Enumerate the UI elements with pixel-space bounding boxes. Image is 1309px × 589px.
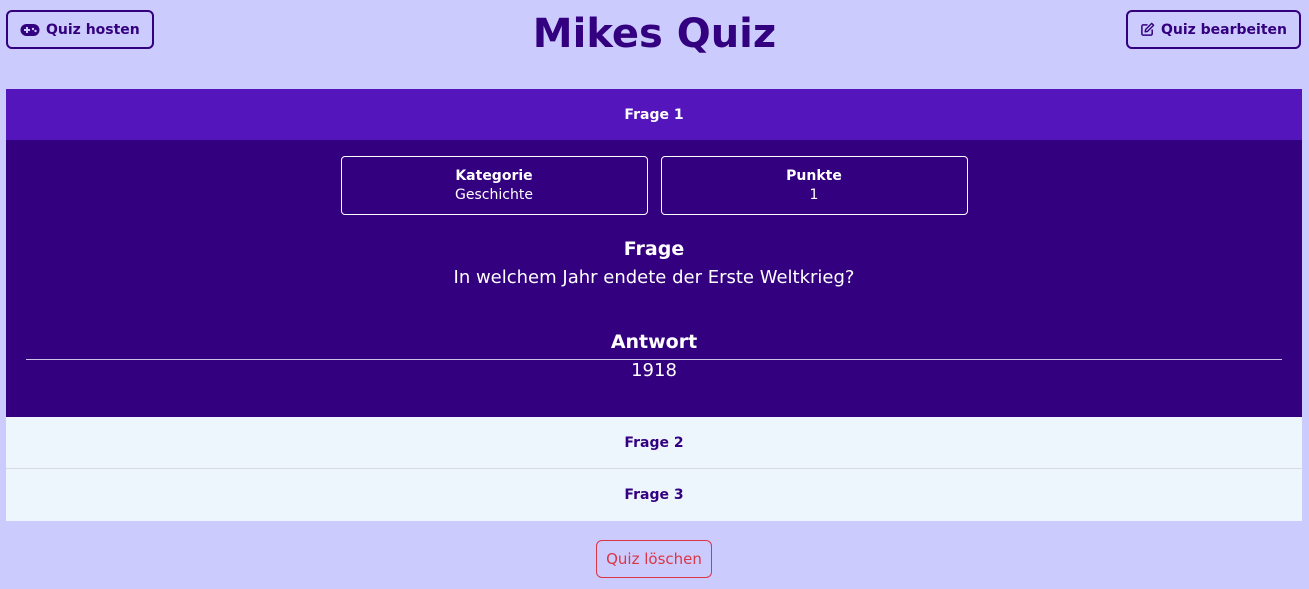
question-2-header[interactable]: Frage 2 xyxy=(6,417,1302,469)
page-title: Mikes Quiz xyxy=(532,11,777,57)
question-label: Frage xyxy=(623,238,685,260)
edit-quiz-button[interactable]: Quiz bearbeiten xyxy=(1125,10,1301,49)
category-label: Kategorie xyxy=(455,168,533,184)
question-meta: Kategorie Geschichte Punkte 1 xyxy=(6,156,1302,215)
question-1-body: Kategorie Geschichte Punkte 1 Frage In w… xyxy=(6,140,1302,417)
delete-quiz-button[interactable]: Quiz löschen xyxy=(596,540,712,578)
category-box: Kategorie Geschichte xyxy=(340,156,648,215)
points-box: Punkte 1 xyxy=(660,156,968,215)
question-block: Frage In welchem Jahr endete der Erste W… xyxy=(6,237,1302,292)
question-1-title: Frage 1 xyxy=(624,106,684,123)
edit-quiz-label: Quiz bearbeiten xyxy=(1160,21,1287,38)
answer-block: Antwort 1918 xyxy=(6,330,1302,385)
question-text: In welchem Jahr endete der Erste Weltkri… xyxy=(453,267,855,288)
question-3-header[interactable]: Frage 3 xyxy=(6,469,1302,521)
question-2-title: Frage 2 xyxy=(624,434,684,451)
question-3-title: Frage 3 xyxy=(624,487,684,503)
question-accordion: Frage 1 Kategorie Geschichte Punkte 1 Fr… xyxy=(6,89,1302,521)
question-1-header[interactable]: Frage 1 xyxy=(6,89,1302,140)
answer-text: 1918 xyxy=(631,360,677,381)
points-label: Punkte xyxy=(786,168,842,184)
edit-icon xyxy=(1140,22,1155,37)
category-value: Geschichte xyxy=(455,187,533,203)
points-value: 1 xyxy=(809,187,819,203)
answer-label: Antwort xyxy=(610,331,698,353)
